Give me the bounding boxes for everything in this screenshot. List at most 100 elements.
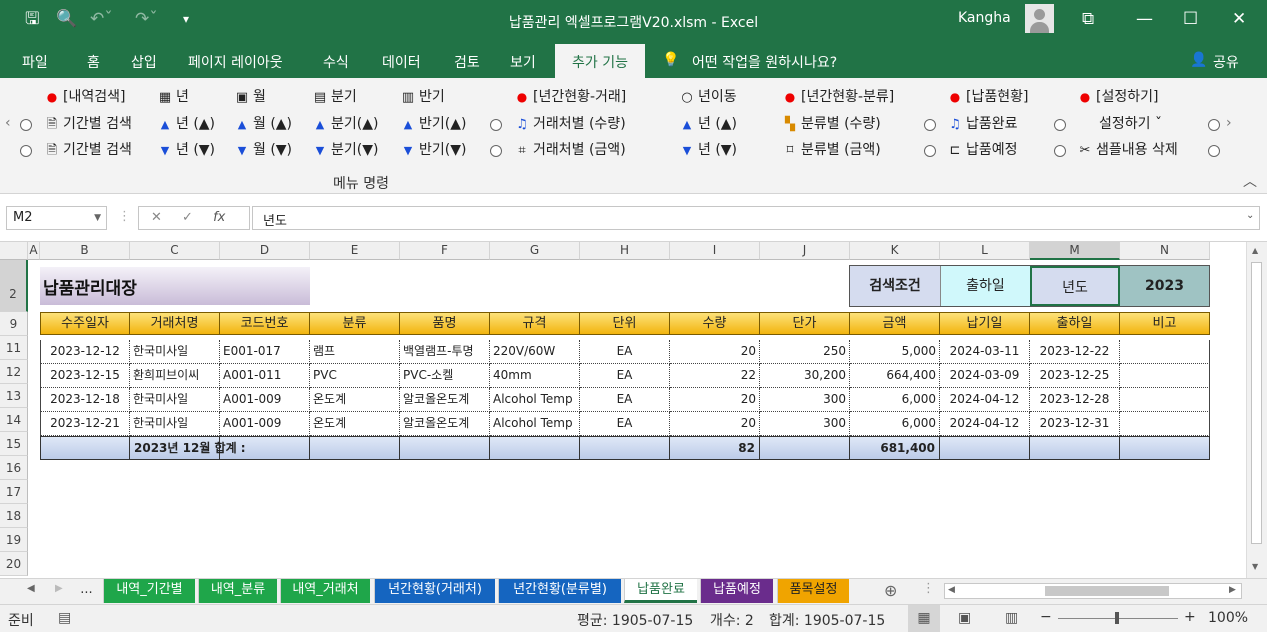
table-cell[interactable]: EA — [580, 388, 670, 412]
table-cell[interactable]: 250 — [760, 340, 850, 364]
radio-button[interactable] — [924, 145, 936, 157]
row-header-2[interactable]: 2 — [0, 260, 28, 312]
column-header-l[interactable]: L — [940, 242, 1030, 260]
table-cell[interactable]: 2023-12-31 — [1030, 412, 1120, 436]
row-header-16[interactable]: 16 — [0, 456, 28, 480]
month-down-button[interactable]: ▼ 월 (▼) — [234, 141, 292, 160]
chevron-down-icon[interactable]: ▼ — [94, 213, 101, 223]
table-cell[interactable] — [1120, 340, 1210, 364]
table-cell[interactable]: A001-011 — [220, 364, 310, 388]
table-cell[interactable]: 온도계 — [310, 412, 400, 436]
tab-view[interactable]: 보기 — [510, 52, 536, 72]
table-cell[interactable]: 2024-03-11 — [940, 340, 1030, 364]
column-header-g[interactable]: G — [490, 242, 580, 260]
table-cell[interactable]: EA — [580, 340, 670, 364]
trade-qty-button[interactable]: ♫ 거래처별 (수량) — [514, 115, 625, 134]
page-break-view-icon[interactable]: ▥ — [1005, 610, 1018, 626]
table-cell[interactable]: 220V/60W — [490, 340, 580, 364]
scroll-down-icon[interactable]: ▼ — [1252, 562, 1258, 571]
minimize-icon[interactable]: — — [1136, 9, 1153, 29]
normal-view-icon[interactable]: ▦ — [908, 605, 940, 632]
next-sheet-icon[interactable]: ▶ — [55, 583, 63, 594]
table-cell[interactable]: 2023-12-22 — [1030, 340, 1120, 364]
zoom-level[interactable]: 100% — [1208, 610, 1248, 626]
macro-record-icon[interactable]: ▤ — [58, 610, 71, 626]
table-cell[interactable]: A001-009 — [220, 412, 310, 436]
share-button[interactable]: 공유 — [1213, 52, 1239, 72]
expand-formula-icon[interactable]: ⌄ — [1246, 210, 1254, 221]
table-cell[interactable]: 램프 — [310, 340, 400, 364]
table-row[interactable]: 2023-12-15 환희피브이씨 A001-011 PVC PVC-소켈 40mm EA 2… — [40, 364, 1210, 388]
row-header-12[interactable]: 12 — [0, 360, 28, 384]
table-cell[interactable] — [1120, 388, 1210, 412]
table-cell[interactable]: 2023-12-12 — [40, 340, 130, 364]
period-search-button[interactable]: 🗎 기간별 검색 — [44, 115, 132, 134]
row-header-20[interactable]: 20 — [0, 552, 28, 576]
sheet-tab-8[interactable]: 품목설정 — [777, 579, 849, 603]
table-cell[interactable]: 6,000 — [850, 412, 940, 436]
table-cell[interactable]: 한국미사일 — [130, 412, 220, 436]
table-cell[interactable]: 2023-12-15 — [40, 364, 130, 388]
table-cell[interactable]: PVC-소켈 — [400, 364, 490, 388]
delivered-button[interactable]: ♫ 납품완료 — [947, 115, 1017, 134]
table-cell[interactable]: 2024-04-12 — [940, 388, 1030, 412]
scroll-thumb[interactable] — [1045, 586, 1169, 596]
tab-file[interactable]: 파일 — [22, 52, 48, 72]
sheet-tab-1[interactable]: 내역_기간별 — [103, 579, 195, 603]
table-cell[interactable]: 30,200 — [760, 364, 850, 388]
row-header-18[interactable]: 18 — [0, 504, 28, 528]
scroll-right-icon[interactable]: ▶ — [1229, 585, 1236, 595]
table-cell[interactable] — [1120, 412, 1210, 436]
tab-data[interactable]: 데이터 — [382, 52, 421, 72]
row-header-15[interactable]: 15 — [0, 432, 28, 456]
table-cell[interactable]: 환희피브이씨 — [130, 364, 220, 388]
radio-button[interactable] — [1208, 145, 1220, 157]
row-header-19[interactable]: 19 — [0, 528, 28, 552]
row-header-14[interactable]: 14 — [0, 408, 28, 432]
scheduled-button[interactable]: ⊏ 납품예정 — [947, 141, 1018, 160]
add-sheet-icon[interactable]: ⊕ — [884, 581, 897, 600]
radio-button[interactable] — [20, 119, 32, 131]
search-unit[interactable]: 년도 — [1030, 266, 1120, 306]
sheet-tab-7[interactable]: 납품예정 — [700, 579, 773, 603]
tell-me-box[interactable]: 어떤 작업을 원하시나요? — [692, 52, 837, 72]
table-cell[interactable]: 알코올온도계 — [400, 412, 490, 436]
sheet-tab-5[interactable]: 년간현황(분류별) — [498, 579, 621, 603]
zoom-out-icon[interactable]: − — [1040, 609, 1052, 625]
row-header-17[interactable]: 17 — [0, 480, 28, 504]
user-name[interactable]: Kangha — [958, 10, 1011, 26]
horizontal-scrollbar[interactable]: ◀ ▶ — [944, 583, 1242, 599]
table-cell[interactable]: EA — [580, 412, 670, 436]
formula-input[interactable]: 년도 — [252, 206, 1260, 230]
half-up-button[interactable]: ▲ 반기(▲) — [400, 115, 467, 134]
search-type[interactable]: 출하일 — [940, 266, 1030, 306]
sheet-tab-3[interactable]: 내역_거래처 — [280, 579, 370, 603]
maximize-icon[interactable]: ☐ — [1183, 9, 1198, 29]
year-move-up-button[interactable]: ▲ 년 (▲) — [679, 115, 737, 134]
scroll-left-icon[interactable]: ◀ — [948, 585, 955, 595]
table-cell[interactable]: 20 — [670, 340, 760, 364]
table-cell[interactable]: 온도계 — [310, 388, 400, 412]
row-header-13[interactable]: 13 — [0, 384, 28, 408]
table-cell[interactable]: 2023-12-25 — [1030, 364, 1120, 388]
half-down-button[interactable]: ▼ 반기(▼) — [400, 141, 467, 160]
year-move-down-button[interactable]: ▼ 년 (▼) — [679, 141, 737, 160]
sheet-tab-4[interactable]: 년간현황(거래처) — [374, 579, 495, 603]
splitter-icon[interactable]: ⋮ — [922, 581, 935, 596]
table-cell[interactable]: 2023-12-21 — [40, 412, 130, 436]
table-cell[interactable]: 2023-12-28 — [1030, 388, 1120, 412]
column-header-b[interactable]: B — [40, 242, 130, 260]
radio-button[interactable] — [1208, 119, 1220, 131]
table-cell[interactable]: 알코올온도계 — [400, 388, 490, 412]
radio-button[interactable] — [20, 145, 32, 157]
table-cell[interactable]: 2023-12-18 — [40, 388, 130, 412]
category-qty-button[interactable]: ▚ 분류별 (수량) — [782, 115, 881, 134]
select-all-corner[interactable] — [0, 242, 28, 260]
table-cell[interactable]: 20 — [670, 388, 760, 412]
table-cell[interactable]: 664,400 — [850, 364, 940, 388]
radio-button[interactable] — [1054, 119, 1066, 131]
vertical-scrollbar[interactable]: ▲ ▼ — [1246, 242, 1267, 578]
radio-button[interactable] — [1054, 145, 1066, 157]
zoom-slider-thumb[interactable] — [1115, 612, 1119, 624]
quarter-up-button[interactable]: ▲ 분기(▲) — [312, 115, 379, 134]
